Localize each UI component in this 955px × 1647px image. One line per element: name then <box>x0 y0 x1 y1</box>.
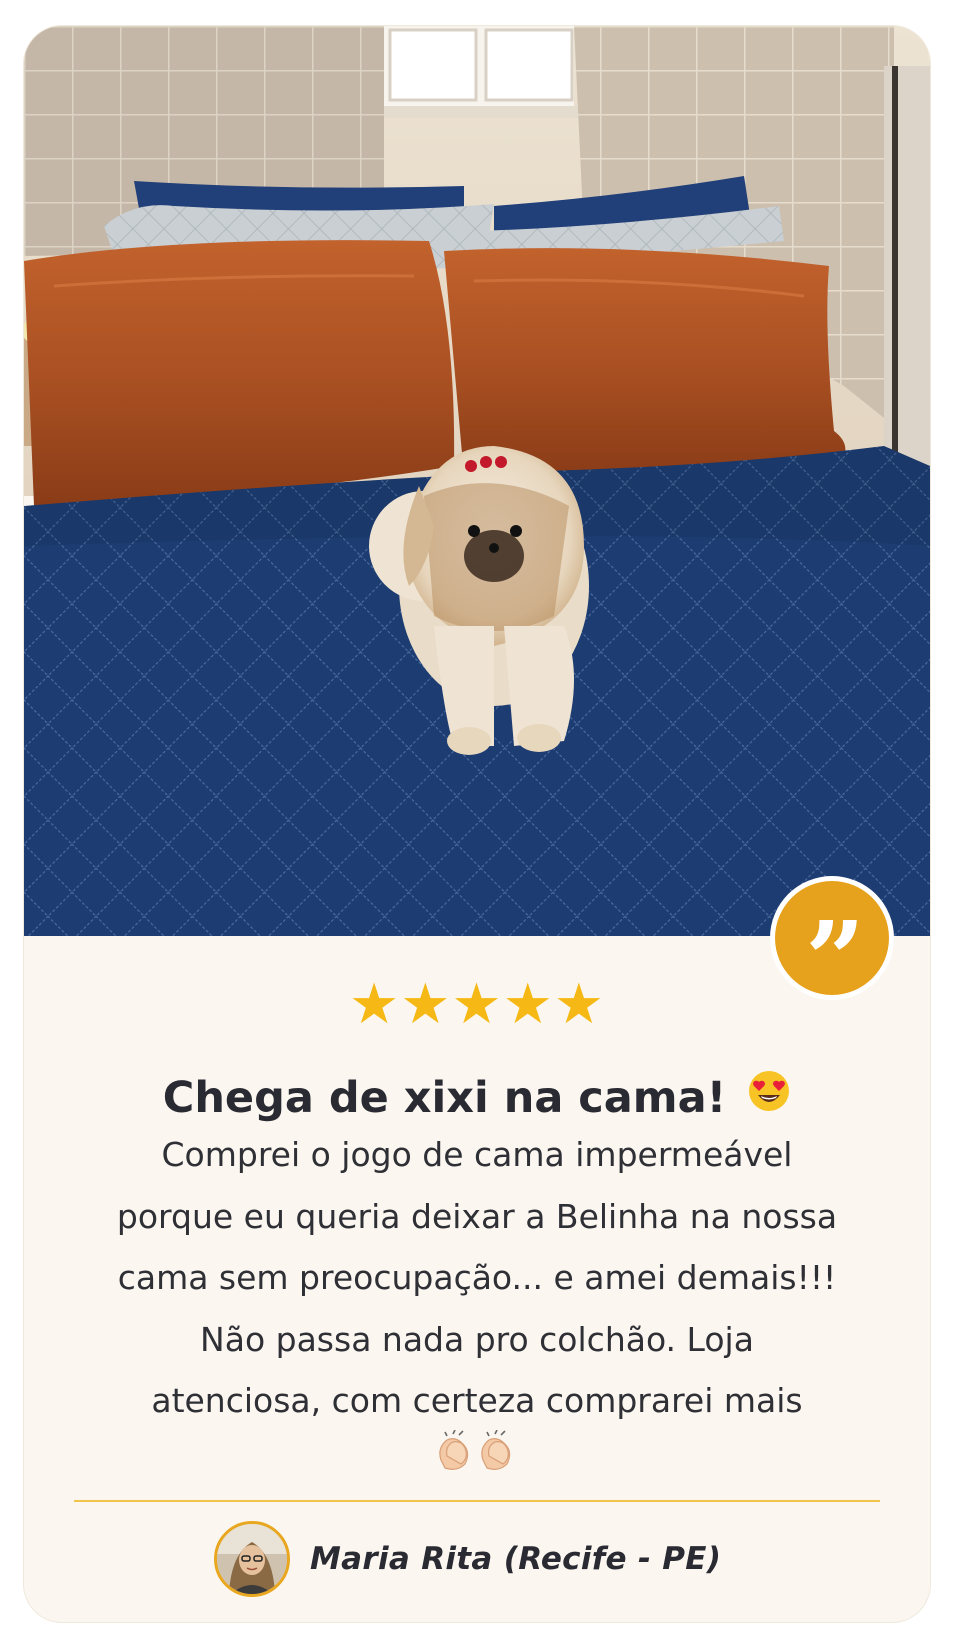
review-title: Chega de xixi na cama! <box>24 1069 930 1125</box>
review-card: ” ★★★★★ Chega de xixi na cama! Comprei o… <box>24 26 930 1622</box>
avatar <box>214 1521 290 1597</box>
clapping-hands-emoji-icon <box>435 1429 519 1492</box>
divider <box>74 1500 880 1502</box>
review-text: Comprei o jogo de cama impermeável porqu… <box>112 1124 842 1493</box>
review-text-body: Comprei o jogo de cama impermeável porqu… <box>116 1135 838 1420</box>
author-name: Maria Rita (Recife - PE) <box>310 1541 722 1577</box>
review-title-text: Chega de xixi na cama! <box>162 1073 727 1123</box>
quote-icon: ” <box>775 881 889 1012</box>
review-author: Maria Rita (Recife - PE) <box>214 1517 721 1601</box>
heart-eyes-emoji-icon <box>747 1069 791 1125</box>
review-photo <box>24 26 930 936</box>
quote-badge: ” <box>770 876 894 1012</box>
